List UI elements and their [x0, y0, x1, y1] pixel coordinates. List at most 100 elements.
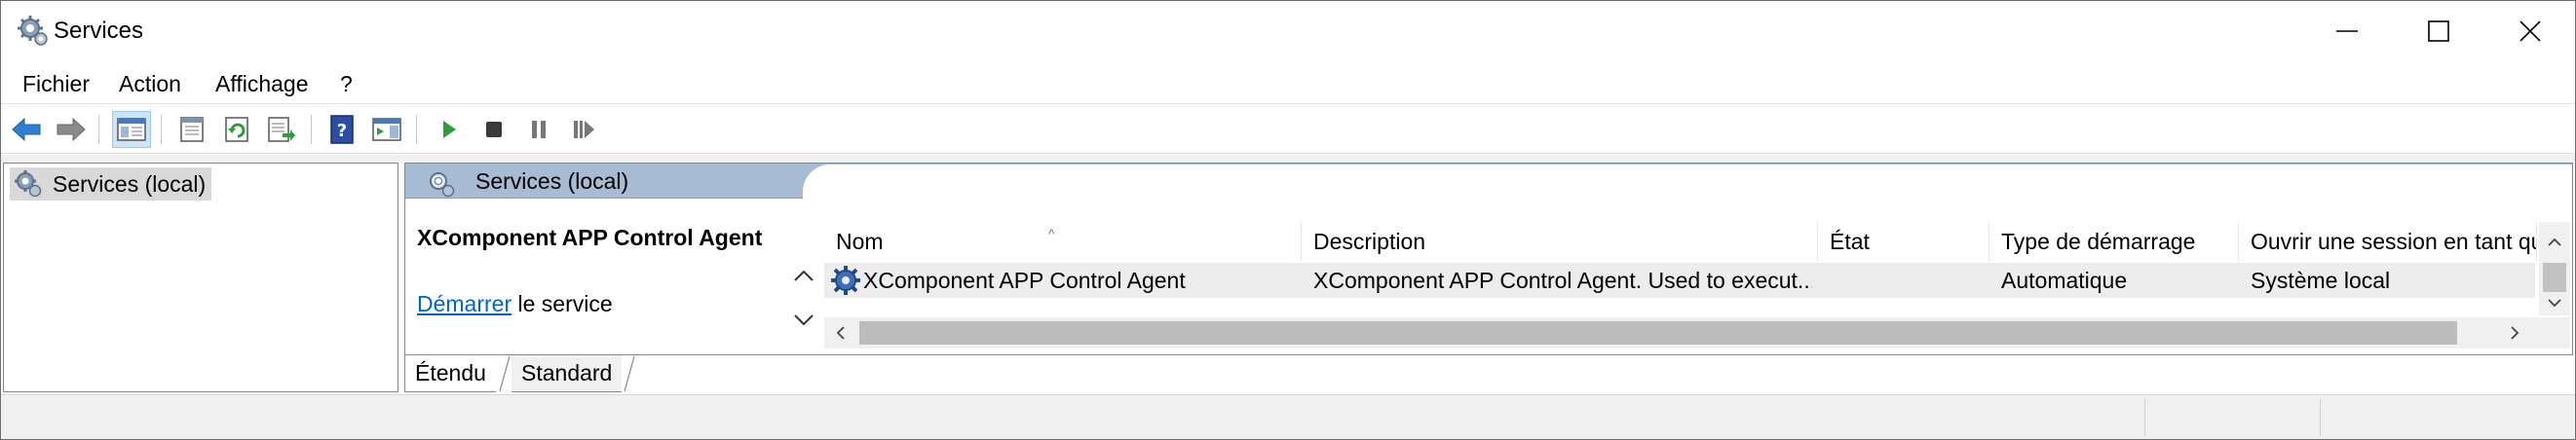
scroll-right-button[interactable]	[2500, 318, 2529, 348]
chevron-down-icon	[794, 314, 814, 326]
services-list: Nom ^ Description État Type de démarrage…	[824, 222, 2572, 354]
table-row[interactable]: XComponent APP Control Agent XComponent …	[824, 263, 2535, 298]
svg-text:?: ?	[337, 121, 347, 141]
service-gear-icon	[831, 266, 860, 295]
stop-service-button[interactable]	[474, 111, 513, 148]
cell-name: XComponent APP Control Agent	[863, 268, 1186, 293]
console-tree-icon	[117, 118, 146, 141]
toolbar-separator	[161, 115, 162, 144]
tab-divider	[624, 355, 635, 392]
chevron-right-icon	[2511, 326, 2519, 340]
close-button[interactable]	[2485, 1, 2575, 61]
minimize-icon	[2336, 30, 2358, 32]
chevron-left-icon	[836, 326, 845, 340]
title-bar[interactable]: Services	[1, 1, 2575, 61]
tab-etendu[interactable]: Étendu	[404, 355, 496, 392]
sort-ascending-icon: ^	[1048, 226, 1055, 241]
cell-logon-as: Système local	[2251, 268, 2391, 293]
window-title: Services	[54, 18, 144, 44]
export-list-button[interactable]	[262, 111, 301, 148]
pause-service-icon	[532, 121, 546, 138]
tab-divider	[499, 355, 511, 392]
close-icon	[2519, 20, 2541, 42]
services-gear-icon	[15, 170, 42, 198]
toolbar-separator	[98, 115, 99, 144]
minimize-button[interactable]	[2302, 1, 2392, 61]
tree-item-label: Services (local)	[53, 171, 207, 197]
services-search-icon	[430, 172, 455, 198]
back-button[interactable]	[7, 111, 46, 148]
toolbar-bottom-strip	[1, 155, 2575, 163]
toolbar: ?	[1, 105, 2575, 154]
export-list-icon	[268, 117, 295, 142]
column-header-nom[interactable]: Nom ^	[824, 222, 1302, 261]
tree-item-services-local[interactable]: Services (local)	[10, 167, 212, 201]
column-header-ouvrir-session[interactable]: Ouvrir une session en tant que	[2239, 222, 2537, 261]
properties-icon	[180, 117, 204, 142]
start-service-icon	[443, 121, 456, 138]
action-pane-button[interactable]	[367, 111, 406, 148]
cell-state	[1830, 263, 1986, 298]
help-icon: ?	[330, 115, 354, 144]
menu-help[interactable]: ?	[336, 67, 357, 100]
column-header-etat[interactable]: État	[1818, 222, 1989, 261]
tab-standard[interactable]: Standard	[511, 355, 623, 392]
console-tree-pane: Services (local)	[3, 163, 398, 392]
back-arrow-icon	[12, 117, 41, 142]
start-service-button[interactable]	[430, 111, 469, 148]
services-window: Services Fichier Action Affichage ? ? Se…	[0, 0, 2576, 440]
toolbar-separator	[311, 115, 312, 144]
services-gear-icon	[18, 16, 48, 46]
scroll-down-button[interactable]	[2540, 288, 2569, 317]
view-tabs: Étendu Standard	[404, 355, 794, 392]
menu-affichage[interactable]: Affichage	[211, 67, 312, 100]
column-header-label: Nom	[836, 229, 884, 254]
details-pane-title: Services (local)	[475, 168, 629, 194]
menu-fichier[interactable]: Fichier	[19, 67, 94, 100]
column-header-label: Description	[1313, 229, 1426, 254]
cell-startup-type: Automatique	[2001, 268, 2128, 293]
details-pane: Services (local) XComponent APP Control …	[404, 163, 2573, 355]
scroll-thumb[interactable]	[859, 321, 2457, 345]
menu-action[interactable]: Action	[115, 67, 185, 100]
chevron-up-icon	[2548, 238, 2561, 246]
maximize-icon	[2428, 20, 2449, 42]
extended-scroll-arrows	[789, 261, 818, 348]
action-pane-icon	[372, 118, 401, 141]
start-service-suffix: le service	[511, 291, 613, 316]
start-service-link[interactable]: Démarrer	[417, 291, 511, 316]
restart-service-button[interactable]	[564, 111, 603, 148]
refresh-icon	[225, 117, 248, 142]
extended-service-title: XComponent APP Control Agent	[417, 225, 763, 250]
column-header-label: Type de démarrage	[2001, 229, 2196, 254]
toolbar-separator	[416, 115, 417, 144]
scroll-up-button[interactable]	[2540, 228, 2569, 257]
chevron-down-icon	[2548, 299, 2561, 308]
status-separator	[2144, 399, 2145, 436]
column-header-type-demarrage[interactable]: Type de démarrage	[1989, 222, 2239, 261]
help-button[interactable]: ?	[322, 111, 361, 148]
chevron-up-icon	[794, 270, 814, 281]
stop-service-icon	[486, 122, 502, 137]
status-separator	[2320, 399, 2321, 436]
status-bar	[1, 394, 2575, 439]
list-horizontal-scrollbar[interactable]	[824, 317, 2570, 348]
menu-bar: Fichier Action Affichage ?	[1, 63, 2575, 104]
extended-action-line: Démarrer le service	[417, 288, 613, 319]
pause-service-button[interactable]	[519, 111, 558, 148]
maximize-button[interactable]	[2394, 1, 2483, 61]
forward-button[interactable]	[52, 111, 91, 148]
forward-arrow-icon	[57, 117, 86, 142]
extended-scroll-down[interactable]	[789, 306, 818, 335]
column-header-label: Ouvrir une session en tant que	[2251, 229, 2537, 254]
properties-button[interactable]	[172, 111, 211, 148]
refresh-button[interactable]	[217, 111, 256, 148]
cell-description: XComponent APP Control Agent. Used to ex…	[1313, 268, 1812, 293]
extended-scroll-up[interactable]	[789, 261, 818, 290]
scroll-left-button[interactable]	[826, 318, 855, 348]
list-vertical-scrollbar[interactable]	[2539, 222, 2570, 315]
column-header-description[interactable]: Description	[1302, 222, 1818, 261]
restart-service-icon	[574, 121, 594, 138]
console-tree-button[interactable]	[112, 111, 151, 148]
column-header-label: État	[1830, 229, 1870, 254]
